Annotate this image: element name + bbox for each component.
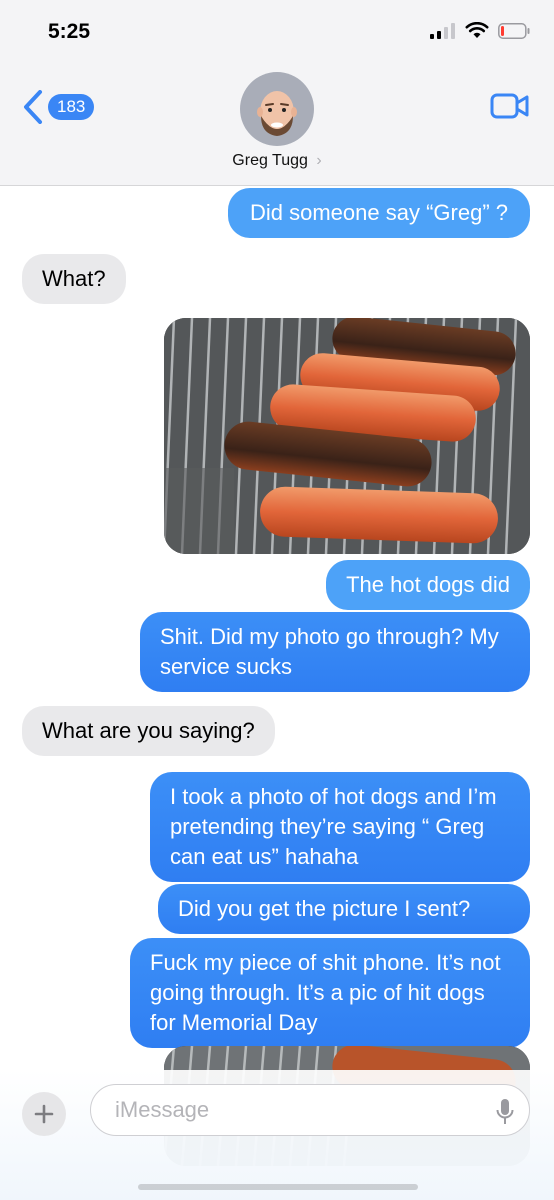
contact-chevron-icon: › (316, 152, 322, 169)
message-bubble-received[interactable]: What? (22, 254, 126, 304)
message-bubble-sent[interactable]: Fuck my piece of shit phone. It’s not go… (130, 938, 530, 1048)
back-button[interactable]: 183 (22, 90, 95, 124)
microphone-icon (496, 1099, 514, 1124)
status-bar: 5:25 (0, 0, 554, 64)
message-input-placeholder: iMessage (115, 1097, 210, 1122)
signal-icon (430, 22, 455, 39)
message-bubble-sent[interactable]: Did someone say “Greg” ? (228, 188, 530, 238)
apps-button[interactable] (22, 1092, 66, 1136)
hot-dogs-photo (164, 318, 530, 554)
contact-name-row[interactable]: Greg Tugg › (0, 152, 554, 170)
home-indicator (138, 1184, 418, 1190)
contact-avatar[interactable] (240, 72, 314, 146)
message-input[interactable]: iMessage (90, 1084, 530, 1136)
wifi-icon (465, 22, 489, 38)
status-time: 5:25 (48, 20, 91, 43)
message-bubble-sent[interactable]: Did you get the picture I sent? (158, 884, 530, 934)
photo-attachment[interactable] (164, 318, 530, 554)
memoji-avatar-icon (257, 91, 297, 136)
message-bubble-received[interactable]: What are you saying? (22, 706, 275, 756)
conversation-header: 5:25 183 Greg Tugg › (0, 0, 554, 186)
contact-name: Greg Tugg (232, 152, 308, 169)
status-icons (430, 22, 530, 39)
message-bubble-sent[interactable]: The hot dogs did (326, 560, 530, 610)
battery-icon (498, 22, 530, 39)
compose-bar: iMessage (0, 1070, 554, 1200)
unread-count-badge: 183 (48, 94, 95, 120)
message-bubble-sent[interactable]: Shit. Did my photo go through? My servic… (140, 612, 530, 692)
video-camera-icon (490, 93, 529, 119)
facetime-video-button[interactable] (490, 92, 530, 125)
back-chevron-icon (24, 90, 42, 124)
message-bubble-sent[interactable]: I took a photo of hot dogs and I’m prete… (150, 772, 530, 882)
plus-icon (34, 1104, 54, 1124)
dictation-button[interactable] (496, 1098, 514, 1131)
